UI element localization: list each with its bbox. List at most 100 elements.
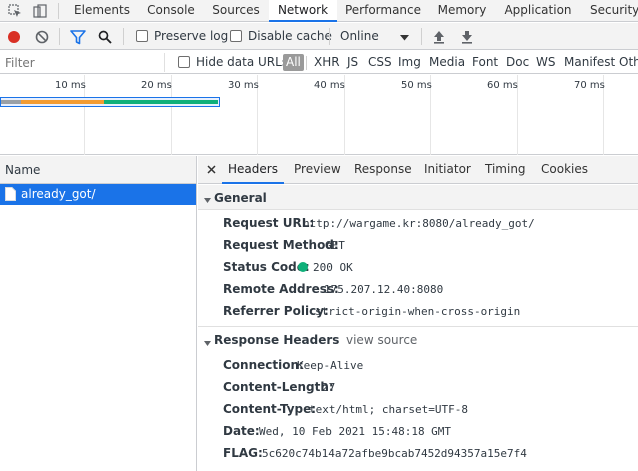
tab-security[interactable]: Security [584,0,638,22]
network-toolbar: Preserve log Disable cache Online [0,23,638,50]
tab-headers[interactable]: Headers [222,156,284,184]
filter-type-other[interactable]: Oth [619,54,638,71]
search-icon[interactable] [97,29,113,45]
request-details-tabs: Headers Preview Response Initiator Timin… [198,156,638,184]
status-indicator-icon [298,262,308,272]
general-section-header[interactable]: General [198,185,638,210]
name-column-label: Name [5,163,41,177]
close-icon[interactable] [204,162,218,176]
inspect-element-icon[interactable] [6,2,24,20]
toolbar-divider [421,28,422,45]
device-toolbar-icon[interactable] [31,2,49,20]
filter-bar: Hide data URLs All XHR JS CSS Img Media … [0,51,638,74]
view-source-link[interactable]: view source [346,333,417,347]
hide-data-urls-label[interactable]: Hide data URLs [196,54,288,71]
name-column-header[interactable]: Name [0,156,197,184]
throttling-value: Online [340,29,379,43]
filter-type-ws[interactable]: WS [536,54,555,71]
tab-cookies[interactable]: Cookies [541,156,588,184]
preserve-log-checkbox[interactable] [136,30,148,42]
tab-network[interactable]: Network [269,0,337,22]
response-headers-title: Response Headers [214,333,340,347]
status-code-key: Status Code: [223,260,310,274]
timeline-tick: 20 ms [141,80,172,91]
request-method-value: GET [325,239,345,252]
request-row[interactable]: already_got/ [0,184,196,205]
date-key: Date: [223,424,260,438]
tab-memory[interactable]: Memory [432,0,492,22]
triangle-down-icon [204,336,211,350]
timeline-download-segment [104,100,218,104]
filter-type-doc[interactable]: Doc [506,54,529,71]
tab-timing[interactable]: Timing [485,156,526,184]
timeline-tick: 60 ms [487,80,518,91]
general-section-title: General [214,191,267,205]
export-har-icon[interactable] [459,29,475,45]
filter-type-js[interactable]: JS [347,54,358,71]
tab-preview[interactable]: Preview [294,156,341,184]
referrer-policy-key: Referrer Policy: [223,304,329,318]
tab-performance[interactable]: Performance [340,0,426,22]
filter-type-font[interactable]: Font [472,54,498,71]
record-icon[interactable] [6,29,22,45]
filter-type-img[interactable]: Img [398,54,421,71]
document-icon [5,187,16,204]
network-overview-timeline[interactable]: 10 ms 20 ms 30 ms 40 ms 50 ms 60 ms 70 m… [0,75,638,155]
timeline-tick: 10 ms [55,80,86,91]
filter-input[interactable] [0,53,165,72]
flag-value: 5c620c74b14a72afbe9bcab7452d94357a15e7f4 [262,447,527,460]
clear-icon[interactable] [34,29,50,45]
toolbar-divider [59,28,60,45]
tab-initiator[interactable]: Initiator [424,156,471,184]
tab-response[interactable]: Response [354,156,412,184]
content-type-key: Content-Type: [223,402,317,416]
timeline-tick: 30 ms [228,80,259,91]
tab-sources[interactable]: Sources [206,0,266,22]
timeline-tick: 70 ms [574,80,605,91]
filter-type-css[interactable]: CSS [368,54,392,71]
connection-key: Connection: [223,358,304,372]
status-code-value: 200 OK [313,261,353,274]
filter-type-xhr[interactable]: XHR [314,54,340,71]
tab-console[interactable]: Console [140,0,202,22]
throttling-select[interactable]: Online [336,26,414,46]
hide-data-urls-checkbox[interactable] [178,56,190,68]
chevron-down-icon [400,31,409,45]
next-header-key [223,466,227,471]
filter-type-manifest[interactable]: Manifest [564,54,615,71]
preserve-log-label[interactable]: Preserve log [154,29,228,43]
headers-panel: General Request URL: http://wargame.kr:8… [198,185,638,471]
referrer-policy-value: strict-origin-when-cross-origin [315,305,521,318]
toolbar-divider [123,28,124,45]
content-length-value: 27 [322,381,336,394]
content-length-key: Content-Length: [223,380,334,394]
request-url-value: http://wargame.kr:8080/already_got/ [303,217,535,230]
timeline-request-bar [0,97,220,107]
request-method-key: Request Method: [223,238,339,252]
filter-type-all[interactable]: All [283,54,304,71]
disable-cache-checkbox[interactable] [230,30,242,42]
tab-elements[interactable]: Elements [68,0,136,22]
response-headers-section-header[interactable]: Response Headers view source [198,327,638,352]
disable-cache-label[interactable]: Disable cache [248,29,332,43]
timeline-waiting-segment [21,100,104,104]
remote-address-value: 175.207.12.40:8080 [324,283,444,296]
request-name: already_got/ [21,187,96,201]
remote-address-key: Remote Address: [223,282,339,296]
request-url-key: Request URL: [223,216,315,230]
devtools-tab-bar: Elements Console Sources Network Perform… [0,0,638,22]
filter-type-media[interactable]: Media [429,54,465,71]
request-list: already_got/ [0,184,197,471]
date-value: Wed, 10 Feb 2021 15:48:18 GMT [259,425,452,438]
content-type-value: text/html; charset=UTF-8 [309,403,468,416]
tab-application[interactable]: Application [500,0,576,22]
flag-key: FLAG: [223,446,263,460]
triangle-down-icon [204,193,211,207]
filter-divider [306,56,307,70]
connection-value: Keep-Alive [297,359,364,372]
toolbar-divider [329,28,330,45]
timeline-queued-segment [1,100,21,104]
toolbar-divider [58,3,59,19]
filter-icon[interactable] [69,29,87,45]
import-har-icon[interactable] [431,29,447,45]
